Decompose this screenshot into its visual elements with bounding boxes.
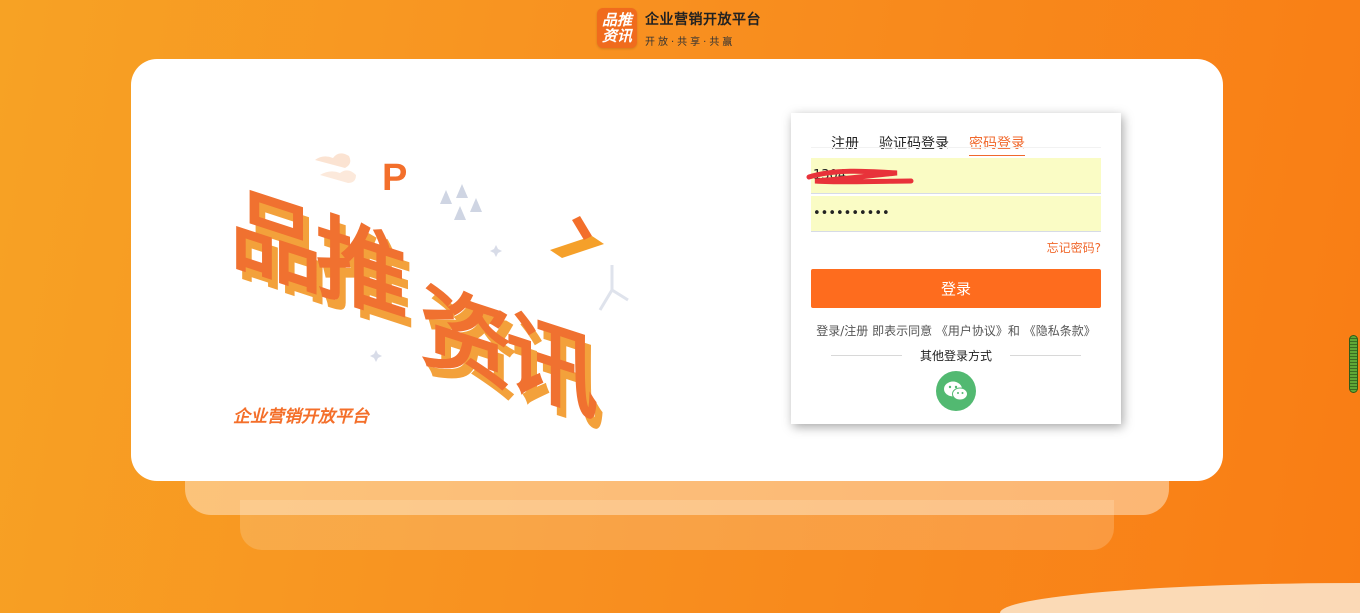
agreement-text: 登录/注册 即表示同意 《用户协议》和 《隐私条款》 [791, 322, 1121, 339]
wechat-icon [944, 381, 968, 401]
brand-subtitle: 开放·共享·共赢 [645, 36, 736, 48]
other-login-label: 其他登录方式 [920, 349, 993, 363]
tab-password-login[interactable]: 密码登录 [969, 133, 1025, 156]
tab-register[interactable]: 注册 [831, 133, 859, 156]
login-tabs: 注册 验证码登录 密码登录 [831, 133, 1025, 156]
decor-letter-t [550, 216, 604, 258]
login-button[interactable]: 登录 [811, 269, 1101, 308]
brand-logo[interactable]: 品推 资讯 [597, 8, 637, 48]
windmill-icon [598, 265, 629, 311]
hero-illustration: P 品推 资讯 品推 资讯 [230, 153, 629, 430]
decor-letter-p: P [382, 157, 407, 199]
login-panel: 注册 验证码登录 密码登录 1304 •••••••••• 忘记密码? 登录 登… [791, 113, 1121, 424]
divider-line-right [1010, 355, 1082, 356]
logo-text-line1: 品推 [601, 11, 632, 29]
password-input[interactable]: •••••••••• [811, 196, 1101, 232]
wechat-login-button[interactable] [936, 371, 976, 411]
password-input-value: •••••••••• [813, 206, 890, 221]
redaction-scribble [806, 168, 914, 185]
logo-text-line2: 资讯 [601, 27, 632, 45]
user-agreement-link[interactable]: 《用户协议》 [936, 324, 1008, 338]
other-login-divider: 其他登录方式 [831, 347, 1082, 364]
tab-sms-login[interactable]: 验证码登录 [879, 133, 949, 156]
site-header: 品推 资讯 企业营销开放平台 开放·共享·共赢 [597, 8, 761, 48]
hero-slogan: 企业营销开放平台 [233, 407, 369, 427]
agreement-and: 和 [1007, 324, 1020, 338]
agreement-prefix: 登录/注册 即表示同意 [816, 324, 933, 338]
brand-title: 企业营销开放平台 [645, 11, 761, 28]
divider-line-left [831, 355, 902, 356]
cloud-icon [315, 153, 356, 183]
bottom-decor-wave [1000, 583, 1360, 613]
forgot-password-link[interactable]: 忘记密码? [1047, 239, 1101, 256]
scrollbar-thumb[interactable] [1349, 335, 1358, 393]
tree-icon [440, 184, 482, 220]
brand-text: 企业营销开放平台 开放·共享·共赢 [645, 9, 761, 48]
privacy-policy-link[interactable]: 《隐私条款》 [1024, 324, 1096, 338]
tab-divider [811, 147, 1101, 148]
